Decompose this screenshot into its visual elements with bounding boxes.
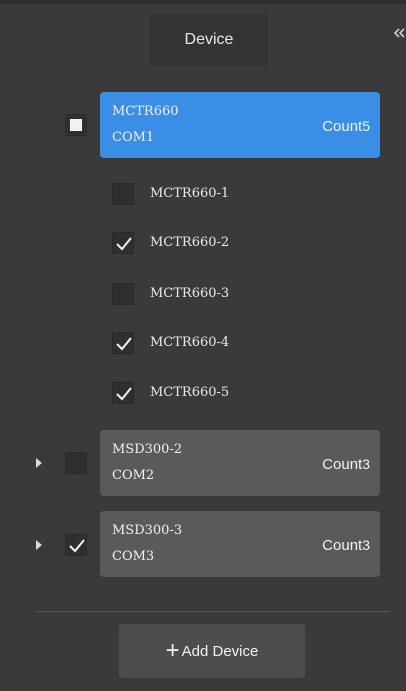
child-checkbox[interactable] — [112, 382, 134, 404]
child-device-label: MCTR660-5 — [150, 385, 230, 400]
device-name: MSD300-3 — [112, 523, 183, 538]
child-checkbox[interactable] — [112, 183, 134, 205]
device-card-msd300-2[interactable]: MSD300-2 COM2 Count3 — [100, 430, 380, 496]
checkmark-icon — [69, 539, 85, 553]
triangle-right-icon[interactable] — [32, 456, 46, 470]
top-strip — [0, 0, 406, 4]
child-device-label: MCTR660-4 — [150, 335, 230, 350]
count-value: 3 — [362, 537, 370, 553]
device-tab-header[interactable]: Device — [150, 14, 268, 66]
device-card-mctr660[interactable]: MCTR660 COM1 Count5 — [100, 92, 380, 158]
device-count: Count3 — [322, 537, 370, 554]
device-checkbox-msd300-3[interactable] — [65, 534, 87, 556]
device-port: COM2 — [112, 468, 155, 483]
device-panel: Device MCTR660 COM1 Count5 MCTR660-1 MCT… — [0, 0, 406, 691]
panel-title: Device — [184, 31, 234, 48]
device-port: COM1 — [112, 130, 155, 145]
divider — [36, 611, 390, 612]
device-checkbox-msd300-2[interactable] — [65, 452, 87, 474]
device-count: Count3 — [322, 456, 370, 473]
double-chevron-left-icon[interactable] — [392, 26, 406, 40]
child-checkbox[interactable] — [112, 332, 134, 354]
device-port: COM3 — [112, 549, 155, 564]
count-label: Count — [322, 456, 363, 473]
count-value: 3 — [362, 456, 370, 472]
device-card-msd300-3[interactable]: MSD300-3 COM3 Count3 — [100, 511, 380, 577]
plus-icon: + — [165, 637, 180, 664]
device-count: Count5 — [322, 118, 370, 135]
device-name: MSD300-2 — [112, 442, 183, 457]
checkmark-icon — [116, 337, 132, 351]
count-label: Count — [322, 118, 363, 135]
add-device-button[interactable]: + Add Device — [119, 624, 305, 678]
device-checkbox-mctr660[interactable] — [65, 114, 87, 136]
child-device-label: MCTR660-2 — [150, 235, 230, 250]
child-device-label: MCTR660-3 — [150, 286, 230, 301]
add-device-label: Add Device — [181, 642, 259, 660]
checkmark-icon — [116, 387, 132, 401]
device-name: MCTR660 — [112, 104, 179, 119]
child-device-label: MCTR660-1 — [150, 186, 230, 201]
child-checkbox[interactable] — [112, 232, 134, 254]
child-checkbox[interactable] — [112, 283, 134, 305]
triangle-right-icon[interactable] — [32, 538, 46, 552]
count-value: 5 — [362, 118, 370, 134]
count-label: Count — [322, 537, 363, 554]
checkmark-icon — [116, 237, 132, 251]
